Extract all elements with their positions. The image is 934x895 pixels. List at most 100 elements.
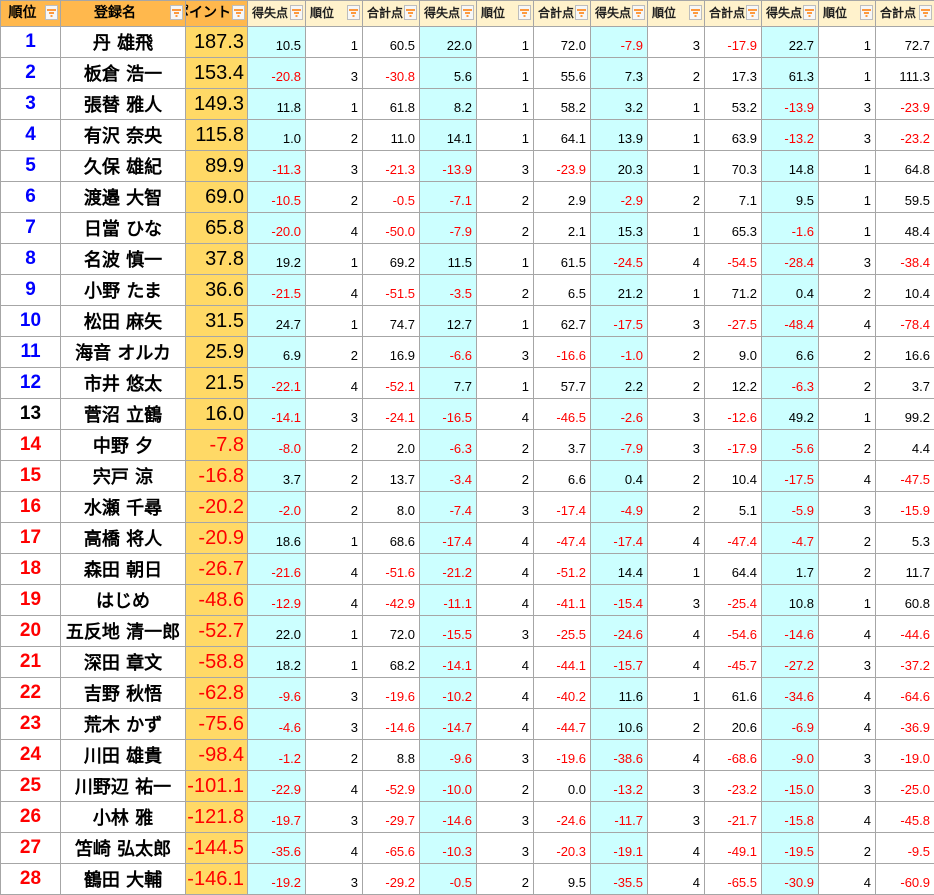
player-name-cell[interactable]: 松田 麻矢 [61, 306, 186, 337]
total-score-cell[interactable]: -40.2 [534, 678, 591, 709]
rank-cell[interactable]: 13 [1, 399, 61, 430]
score-diff-cell[interactable]: -38.6 [591, 740, 648, 771]
score-diff-cell[interactable]: 6.6 [762, 337, 819, 368]
total-score-cell[interactable]: 68.2 [363, 647, 420, 678]
score-diff-cell[interactable]: 9.5 [762, 182, 819, 213]
game-rank-cell[interactable]: 2 [819, 368, 876, 399]
total-score-cell[interactable]: 2.9 [534, 182, 591, 213]
total-score-cell[interactable]: -37.2 [876, 647, 934, 678]
total-score-cell[interactable]: -23.9 [534, 151, 591, 182]
game-rank-cell[interactable]: 4 [648, 864, 705, 895]
game-rank-cell[interactable]: 2 [477, 771, 534, 802]
score-diff-cell[interactable]: -9.6 [248, 678, 306, 709]
score-diff-cell[interactable]: -27.2 [762, 647, 819, 678]
score-diff-cell[interactable]: 1.7 [762, 554, 819, 585]
game-rank-cell[interactable]: 1 [648, 275, 705, 306]
game-rank-cell[interactable]: 3 [306, 151, 363, 182]
game-rank-cell[interactable]: 3 [306, 58, 363, 89]
filter-dropdown-icon[interactable] [45, 5, 58, 20]
score-diff-cell[interactable]: 0.4 [762, 275, 819, 306]
total-score-cell[interactable]: -51.5 [363, 275, 420, 306]
total-score-cell[interactable]: -50.0 [363, 213, 420, 244]
game-rank-cell[interactable]: 4 [819, 864, 876, 895]
total-score-cell[interactable]: -44.7 [534, 709, 591, 740]
score-diff-cell[interactable]: -20.8 [248, 58, 306, 89]
score-diff-cell[interactable]: 7.7 [420, 368, 477, 399]
score-diff-cell[interactable]: 10.5 [248, 27, 306, 58]
score-diff-cell[interactable]: -4.9 [591, 492, 648, 523]
game-rank-cell[interactable]: 4 [306, 554, 363, 585]
score-diff-cell[interactable]: -14.1 [420, 647, 477, 678]
filter-dropdown-icon[interactable] [290, 5, 303, 20]
game-rank-cell[interactable]: 4 [648, 523, 705, 554]
game-rank-cell[interactable]: 2 [306, 740, 363, 771]
game-rank-cell[interactable]: 1 [819, 182, 876, 213]
game-rank-cell[interactable]: 2 [477, 213, 534, 244]
total-score-cell[interactable]: -38.4 [876, 244, 934, 275]
rank-cell[interactable]: 11 [1, 337, 61, 368]
game-rank-cell[interactable]: 1 [306, 27, 363, 58]
total-points-cell[interactable]: 36.6 [186, 275, 248, 306]
game-rank-cell[interactable]: 3 [477, 740, 534, 771]
score-diff-cell[interactable]: 22.0 [248, 616, 306, 647]
total-points-cell[interactable]: 115.8 [186, 120, 248, 151]
score-diff-cell[interactable]: -35.6 [248, 833, 306, 864]
total-score-cell[interactable]: -19.6 [534, 740, 591, 771]
game-rank-cell[interactable]: 4 [306, 275, 363, 306]
total-points-cell[interactable]: -98.4 [186, 740, 248, 771]
score-diff-cell[interactable]: 22.7 [762, 27, 819, 58]
total-score-cell[interactable]: -15.9 [876, 492, 934, 523]
game-rank-cell[interactable]: 1 [819, 213, 876, 244]
total-score-cell[interactable]: -21.7 [705, 802, 762, 833]
total-score-cell[interactable]: 7.1 [705, 182, 762, 213]
game-rank-cell[interactable]: 2 [648, 368, 705, 399]
total-score-cell[interactable]: 6.5 [534, 275, 591, 306]
total-score-cell[interactable]: 13.7 [363, 461, 420, 492]
total-score-cell[interactable]: -27.5 [705, 306, 762, 337]
total-score-cell[interactable]: 3.7 [534, 430, 591, 461]
score-diff-cell[interactable]: 2.2 [591, 368, 648, 399]
score-diff-cell[interactable]: 1.0 [248, 120, 306, 151]
total-score-cell[interactable]: -42.9 [363, 585, 420, 616]
filter-dropdown-icon[interactable] [232, 5, 245, 20]
total-points-cell[interactable]: -75.6 [186, 709, 248, 740]
total-score-cell[interactable]: 72.0 [534, 27, 591, 58]
player-name-cell[interactable]: 宍戸 涼 [61, 461, 186, 492]
total-score-cell[interactable]: -65.6 [363, 833, 420, 864]
game-rank-cell[interactable]: 2 [306, 337, 363, 368]
game-rank-cell[interactable]: 4 [819, 802, 876, 833]
game-rank-cell[interactable]: 4 [819, 678, 876, 709]
total-score-cell[interactable]: 64.1 [534, 120, 591, 151]
rank-cell[interactable]: 19 [1, 585, 61, 616]
game-rank-cell[interactable]: 3 [819, 244, 876, 275]
score-diff-cell[interactable]: -34.6 [762, 678, 819, 709]
score-diff-cell[interactable]: -11.1 [420, 585, 477, 616]
total-score-cell[interactable]: 9.5 [534, 864, 591, 895]
total-score-cell[interactable]: 5.1 [705, 492, 762, 523]
rank-cell[interactable]: 24 [1, 740, 61, 771]
total-score-cell[interactable]: 64.4 [705, 554, 762, 585]
player-name-cell[interactable]: 深田 章文 [61, 647, 186, 678]
game-rank-cell[interactable]: 1 [306, 647, 363, 678]
game-rank-cell[interactable]: 1 [477, 368, 534, 399]
total-score-cell[interactable]: 8.8 [363, 740, 420, 771]
game-rank-cell[interactable]: 1 [819, 399, 876, 430]
game-rank-cell[interactable]: 3 [819, 771, 876, 802]
score-diff-cell[interactable]: -19.1 [591, 833, 648, 864]
game-rank-cell[interactable]: 4 [306, 368, 363, 399]
score-diff-cell[interactable]: 14.8 [762, 151, 819, 182]
game-rank-cell[interactable]: 2 [477, 864, 534, 895]
score-diff-cell[interactable]: 19.2 [248, 244, 306, 275]
rank-cell[interactable]: 1 [1, 27, 61, 58]
score-diff-cell[interactable]: -6.6 [420, 337, 477, 368]
rank-cell[interactable]: 9 [1, 275, 61, 306]
game-rank-cell[interactable]: 3 [819, 120, 876, 151]
game-rank-cell[interactable]: 4 [477, 554, 534, 585]
total-points-cell[interactable]: 65.8 [186, 213, 248, 244]
total-score-cell[interactable]: -47.4 [705, 523, 762, 554]
rank-cell[interactable]: 25 [1, 771, 61, 802]
total-score-cell[interactable]: 74.7 [363, 306, 420, 337]
rank-cell[interactable]: 17 [1, 523, 61, 554]
game-rank-cell[interactable]: 4 [306, 771, 363, 802]
game-rank-cell[interactable]: 4 [648, 740, 705, 771]
